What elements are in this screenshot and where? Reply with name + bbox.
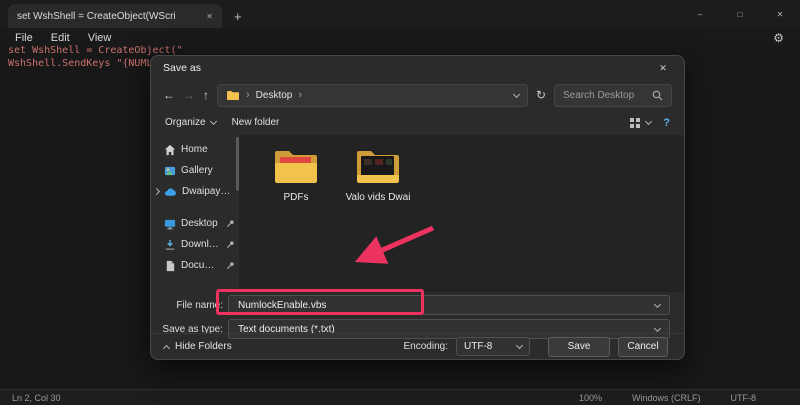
editor-tab[interactable]: set WshShell = CreateObject(WScri ✕	[8, 4, 222, 28]
sidebar-scrollbar[interactable]	[236, 137, 239, 191]
settings-gear-icon[interactable]: ⚙	[773, 31, 784, 45]
encoding-label: Encoding:	[404, 341, 448, 352]
command-bar-right: ?	[629, 117, 670, 129]
sidebar-item-label: Documents	[181, 260, 221, 271]
save-button[interactable]: Save	[548, 337, 610, 357]
chevron-down-icon	[516, 342, 523, 349]
dialog-title: Save as	[163, 62, 201, 74]
forward-icon[interactable]: →	[183, 88, 195, 102]
onedrive-cloud-icon	[164, 187, 177, 197]
sidebar-item-label: Home	[181, 144, 235, 155]
zoom-level[interactable]: 100%	[579, 393, 602, 403]
search-input[interactable]: Search Desktop	[554, 84, 672, 107]
menu-file[interactable]: File	[6, 31, 42, 45]
organize-button[interactable]: Organize	[165, 117, 216, 128]
sidebar-item-desktop[interactable]: Desktop	[151, 213, 239, 234]
breadcrumb-location[interactable]: Desktop	[256, 90, 293, 101]
sidebar-item-documents[interactable]: Documents	[151, 255, 239, 276]
pin-icon	[226, 219, 235, 228]
search-placeholder: Search Desktop	[563, 90, 634, 101]
sidebar-item-label: Dwaipayan - Per	[182, 186, 235, 197]
folder-icon	[226, 90, 240, 101]
folder-tile-pdfs[interactable]: PDFs	[261, 147, 331, 203]
pin-icon	[226, 240, 235, 249]
folder-tile-valo-vids[interactable]: Valo vids Dwai	[343, 147, 413, 203]
view-options-button[interactable]	[629, 117, 651, 129]
address-bar[interactable]: › Desktop ›	[217, 84, 528, 107]
menu-view[interactable]: View	[79, 31, 121, 45]
new-tab-button[interactable]: +	[234, 10, 242, 23]
notepad-window: set WshShell = CreateObject(WScri ✕ + – …	[0, 0, 800, 405]
statusbar-right: 100% Windows (CRLF) UTF-8	[579, 393, 756, 403]
line-ending: Windows (CRLF)	[632, 393, 701, 403]
desktop-icon	[164, 218, 176, 230]
menu-edit[interactable]: Edit	[42, 31, 79, 45]
pin-icon	[226, 261, 235, 270]
organize-label: Organize	[165, 117, 206, 128]
dialog-close-icon[interactable]: ✕	[644, 56, 682, 80]
dialog-footer: Hide Folders Encoding: UTF-8 Save Cancel	[151, 333, 684, 359]
chevron-down-icon	[210, 118, 217, 125]
annotation-highlight-box	[216, 289, 424, 315]
encoding-select[interactable]: UTF-8	[456, 337, 530, 356]
folder-name: Valo vids Dwai	[346, 192, 411, 203]
chevron-down-icon[interactable]	[513, 90, 520, 97]
file-name-label: File name:	[151, 300, 223, 311]
dialog-titlebar: Save as ✕	[151, 56, 684, 80]
sidebar-item-onedrive[interactable]: Dwaipayan - Per	[151, 181, 239, 202]
file-list[interactable]: PDFs Valo vids Dwai	[239, 135, 684, 292]
minimize-button[interactable]: –	[680, 0, 720, 28]
chevron-down-icon[interactable]	[654, 300, 661, 307]
chevron-down-icon[interactable]	[654, 324, 661, 331]
close-button[interactable]: ✕	[760, 0, 800, 28]
sidebar-item-label: Desktop	[181, 218, 221, 229]
home-icon	[164, 144, 176, 156]
folder-icon	[272, 147, 320, 187]
back-icon[interactable]: ←	[163, 88, 175, 102]
dialog-command-bar: Organize New folder ?	[151, 110, 684, 135]
dialog-nav-bar: ← → ↑ › Desktop › ↻ Search Desktop	[151, 80, 684, 110]
view-grid-icon	[629, 117, 641, 129]
folder-icon	[354, 147, 402, 187]
breadcrumb-separator: ›	[298, 89, 302, 101]
cursor-position: Ln 2, Col 30	[12, 393, 61, 403]
new-folder-button[interactable]: New folder	[232, 117, 280, 128]
chevron-down-icon	[645, 118, 652, 125]
new-folder-label: New folder	[232, 117, 280, 128]
folder-name: PDFs	[284, 192, 309, 203]
maximize-button[interactable]: □	[720, 0, 760, 28]
sidebar-item-gallery[interactable]: Gallery	[151, 160, 239, 181]
sidebar-item-home[interactable]: Home	[151, 139, 239, 160]
sidebar-separator	[151, 202, 239, 213]
documents-icon	[164, 260, 176, 272]
hide-folders-label: Hide Folders	[175, 341, 232, 352]
sidebar-item-label: Gallery	[181, 165, 235, 176]
help-icon[interactable]: ?	[663, 117, 670, 129]
statusbar: Ln 2, Col 30 100% Windows (CRLF) UTF-8	[0, 389, 800, 405]
sidebar-item-downloads[interactable]: Downloads	[151, 234, 239, 255]
search-icon	[652, 90, 663, 101]
gallery-icon	[164, 165, 176, 177]
navigation-pane: Home Gallery Dwaipayan - Per	[151, 135, 239, 292]
breadcrumb-separator: ›	[246, 89, 250, 101]
window-controls: – □ ✕	[680, 0, 800, 28]
downloads-icon	[164, 239, 176, 251]
hide-folders-button[interactable]: Hide Folders	[164, 341, 232, 352]
tab-title: set WshShell = CreateObject(WScri	[17, 11, 200, 22]
dialog-body: Home Gallery Dwaipayan - Per	[151, 135, 684, 292]
cancel-button[interactable]: Cancel	[618, 337, 668, 357]
tab-close-icon[interactable]: ✕	[206, 12, 213, 21]
chevron-right-icon[interactable]	[153, 188, 160, 195]
chevron-up-icon	[163, 344, 170, 351]
up-icon[interactable]: ↑	[203, 88, 209, 102]
encoding-status[interactable]: UTF-8	[731, 393, 757, 403]
refresh-icon[interactable]: ↻	[536, 88, 546, 102]
encoding-value: UTF-8	[464, 341, 492, 352]
sidebar-item-label: Downloads	[181, 239, 221, 250]
titlebar: set WshShell = CreateObject(WScri ✕ + – …	[0, 0, 800, 28]
